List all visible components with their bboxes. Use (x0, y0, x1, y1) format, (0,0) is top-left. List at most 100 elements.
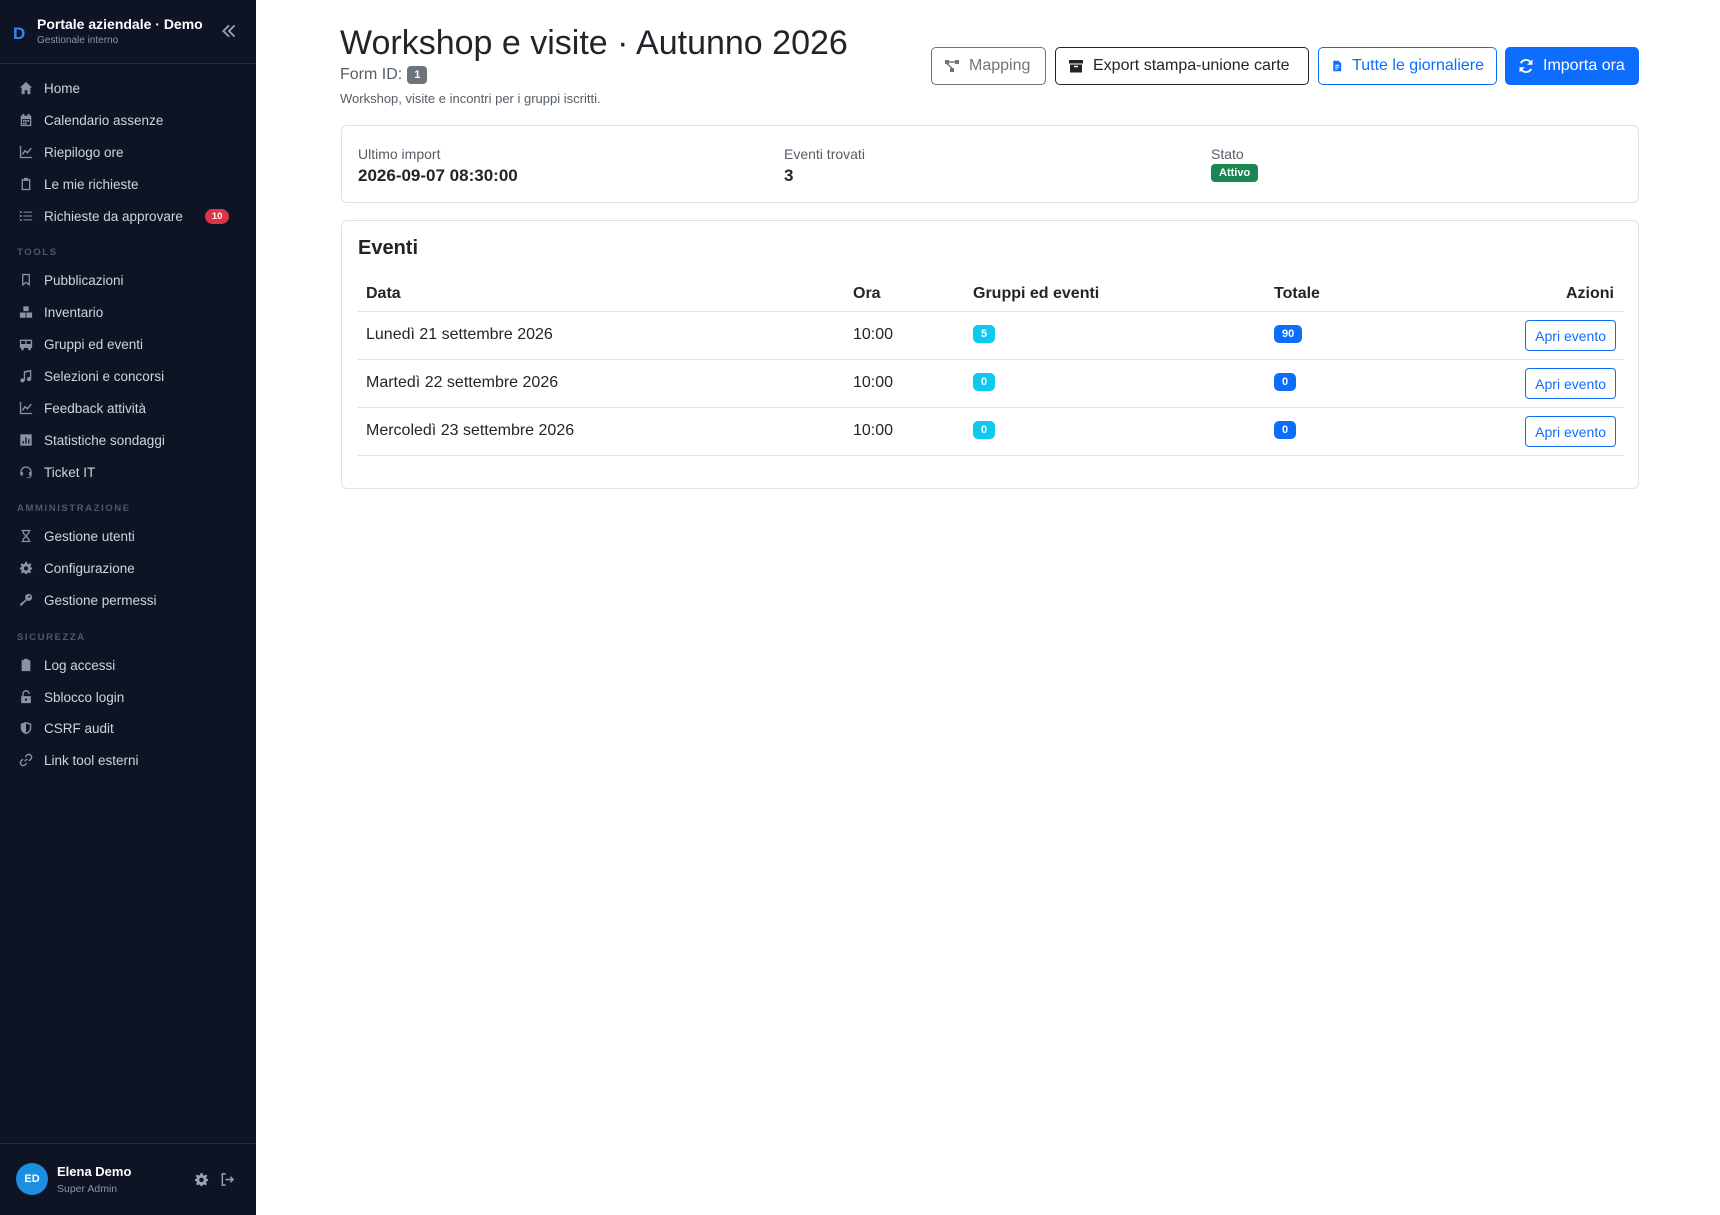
groups-count-badge: 0 (973, 421, 996, 439)
event-time: 10:00 (853, 374, 894, 391)
brand-title[interactable]: Portale aziendale · Demo (37, 16, 203, 32)
sidebar-item-link-tool-esterni[interactable]: Link tool esterni (0, 746, 256, 774)
sidebar-item-label: Gestione permessi (44, 592, 157, 608)
pending-requests-badge: 10 (204, 208, 230, 224)
sidebar-item-le-mie-richieste[interactable]: Le mie richieste (0, 170, 256, 198)
event-date: Lunedì 21 settembre 2026 (366, 326, 553, 343)
column-header-ora: Ora (853, 285, 881, 302)
total-count-badge: 0 (1274, 421, 1297, 439)
status-badge: Attivo (1211, 164, 1259, 182)
last-import-label: Ultimo import (358, 146, 441, 162)
sidebar-item-label: Statistiche sondaggi (44, 432, 165, 448)
music-icon (18, 369, 33, 384)
open-event-button[interactable]: Apri evento (1525, 416, 1616, 447)
key-icon (18, 593, 33, 608)
groups-count-badge: 5 (973, 325, 996, 343)
gear-icon[interactable] (194, 1172, 210, 1188)
poll-icon (18, 433, 33, 448)
last-import-value: 2026-09-07 08:30:00 (358, 166, 518, 185)
open-event-button[interactable]: Apri evento (1525, 320, 1616, 351)
sidebar-item-label: Link tool esterni (44, 752, 139, 768)
import-summary-card: Ultimo import 2026-09-07 08:30:00 Eventi… (341, 125, 1639, 203)
file-icon (1333, 60, 1342, 72)
sidebar-item-riepilogo-ore[interactable]: Riepilogo ore (0, 138, 256, 166)
table-row: Martedì 22 settembre 2026 10:00 0 0 Apri… (358, 360, 1624, 408)
mapping-button[interactable]: Mapping (931, 47, 1046, 85)
sidebar-item-label: CSRF audit (44, 720, 114, 736)
boxes-icon (18, 305, 33, 320)
all-dailies-button-label: Tutte le giornaliere (1352, 57, 1484, 74)
groups-count-badge: 0 (973, 373, 996, 391)
event-date: Mercoledì 23 settembre 2026 (366, 422, 575, 439)
sidebar-item-ticket-it[interactable]: Ticket IT (0, 458, 256, 486)
sidebar-item-label: Richieste da approvare (44, 208, 183, 224)
sidebar-item-log-accessi[interactable]: Log accessi (0, 651, 256, 679)
avatar[interactable]: ED (16, 1163, 48, 1195)
bus-icon (18, 337, 33, 352)
column-header-gruppi: Gruppi ed eventi (973, 285, 1100, 302)
table-row: Lunedì 21 settembre 2026 10:00 5 90 Apri… (358, 312, 1624, 360)
open-event-button[interactable]: Apri evento (1525, 368, 1616, 399)
sidebar-item-csrf-audit[interactable]: CSRF audit (0, 714, 256, 742)
events-found-value: 3 (784, 166, 794, 185)
brand-logo[interactable]: D (13, 24, 25, 44)
unlock-icon (18, 690, 33, 705)
calendar-icon (18, 113, 33, 128)
list-check-icon (18, 209, 33, 224)
sidebar-item-selezioni-e-concorsi[interactable]: Selezioni e concorsi (0, 362, 256, 390)
sidebar-item-label: Calendario assenze (44, 112, 164, 128)
bookmark-icon (18, 273, 33, 288)
link-icon (18, 753, 33, 768)
sidebar-item-gestione-utenti[interactable]: Gestione utenti (0, 522, 256, 550)
brand: D Portale aziendale · Demo Gestionale in… (0, 0, 256, 64)
sidebar-item-pubblicazioni[interactable]: Pubblicazioni (0, 266, 256, 294)
events-found-label: Eventi trovati (784, 146, 865, 162)
diagram-icon (945, 60, 959, 72)
archive-icon (1069, 60, 1083, 73)
sidebar-item-label: Riepilogo ore (44, 144, 124, 160)
column-header-azioni: Azioni (1566, 285, 1614, 302)
column-header-totale: Totale (1274, 285, 1320, 302)
sidebar-item-home[interactable]: Home (0, 74, 256, 102)
gear-icon (18, 561, 33, 576)
sidebar-item-statistiche-sondaggi[interactable]: Statistiche sondaggi (0, 426, 256, 454)
form-id: Form ID: 1 (340, 66, 428, 84)
sidebar-item-richieste-da-approvare[interactable]: Richieste da approvare 10 (0, 202, 256, 230)
sidebar-item-label: Configurazione (44, 560, 135, 576)
logout-icon[interactable] (220, 1172, 236, 1188)
export-button-label: Export stampa-unione carte (1093, 57, 1290, 74)
event-date: Martedì 22 settembre 2026 (366, 374, 559, 391)
nav-section-sicurezza: SICUREZZA (17, 632, 86, 643)
sidebar-item-gruppi-ed-eventi[interactable]: Gruppi ed eventi (0, 330, 256, 358)
events-card: Eventi Data Ora Gruppi ed eventi Totale … (341, 220, 1639, 489)
collapse-sidebar-icon[interactable] (220, 22, 238, 40)
page-description: Workshop, visite e incontri per i gruppi… (340, 91, 601, 106)
page-title: Workshop e visite · Autunno 2026 (340, 24, 848, 62)
sidebar-item-inventario[interactable]: Inventario (0, 298, 256, 326)
export-button[interactable]: Export stampa-unione carte (1055, 47, 1309, 85)
sidebar: D Portale aziendale · Demo Gestionale in… (0, 0, 256, 1215)
sidebar-item-sblocco-login[interactable]: Sblocco login (0, 683, 256, 711)
user-box: ED Elena Demo Super Admin (0, 1143, 256, 1215)
nav-section-tools: TOOLS (17, 247, 58, 258)
sidebar-item-label: Home (44, 80, 81, 96)
brand-subtitle: Gestionale interno (37, 35, 119, 46)
refresh-icon (1519, 59, 1533, 73)
import-now-button-label: Importa ora (1543, 57, 1625, 74)
clipboard-icon (18, 177, 33, 192)
sidebar-item-calendario-assenze[interactable]: Calendario assenze (0, 106, 256, 134)
sidebar-item-feedback-attivita[interactable]: Feedback attività (0, 394, 256, 422)
sidebar-item-label: Le mie richieste (44, 176, 139, 192)
chart-line-icon (18, 401, 33, 416)
sidebar-item-gestione-permessi[interactable]: Gestione permessi (0, 586, 256, 614)
chart-line-icon (18, 145, 33, 160)
form-id-label: Form ID: (340, 66, 403, 83)
sidebar-item-label: Feedback attività (44, 400, 147, 416)
user-role: Super Admin (57, 1183, 118, 1195)
event-time: 10:00 (853, 422, 894, 439)
form-id-badge: 1 (407, 66, 428, 84)
sidebar-item-configurazione[interactable]: Configurazione (0, 554, 256, 582)
sidebar-item-label: Pubblicazioni (44, 272, 124, 288)
all-dailies-button[interactable]: Tutte le giornaliere (1318, 47, 1497, 85)
import-now-button[interactable]: Importa ora (1505, 47, 1639, 85)
